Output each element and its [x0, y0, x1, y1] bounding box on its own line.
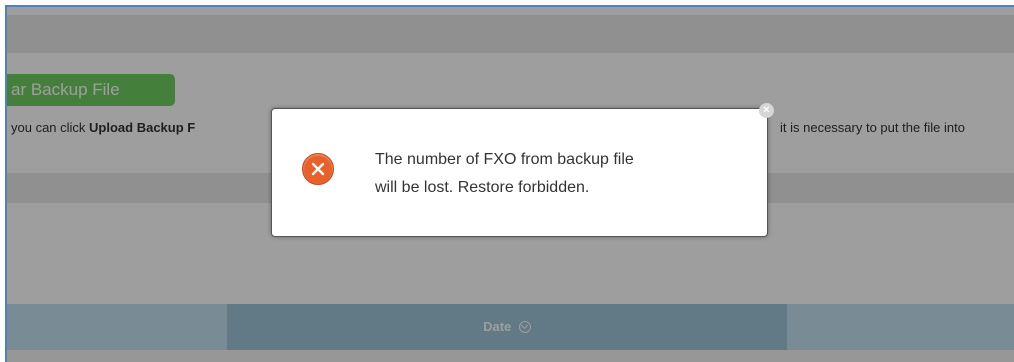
- window-frame: ar Backup File you can click Upload Back…: [5, 5, 1014, 362]
- close-icon[interactable]: ×: [759, 103, 774, 118]
- dialog-message: The number of FXO from backup file will …: [375, 146, 755, 202]
- dialog-message-line2: will be lost. Restore forbidden.: [375, 179, 590, 196]
- error-dialog: × The number of FXO from backup file wil…: [271, 103, 774, 237]
- error-x-icon: [302, 153, 334, 185]
- dialog-message-line1: The number of FXO from backup file: [375, 151, 634, 168]
